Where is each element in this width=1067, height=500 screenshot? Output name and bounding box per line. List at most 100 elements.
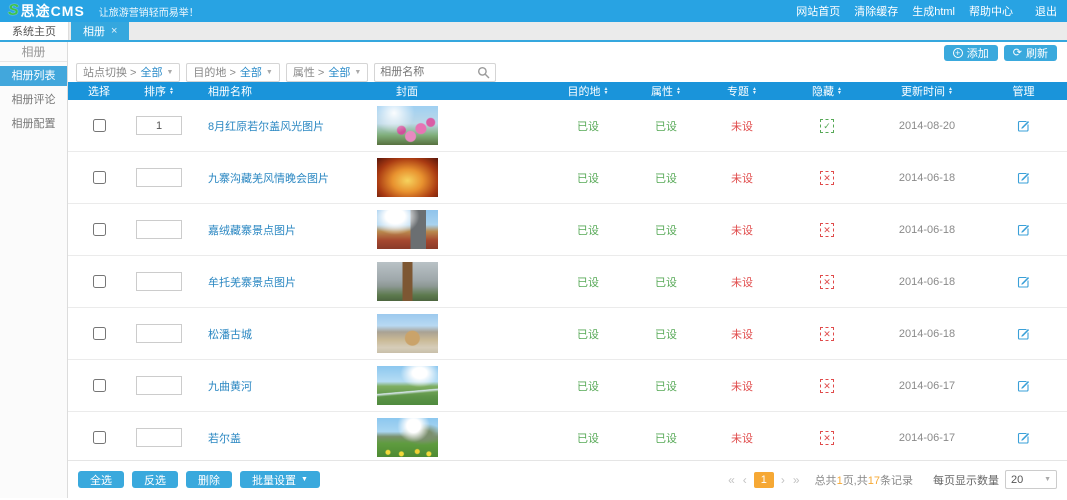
order-input[interactable] — [136, 324, 182, 343]
last-page-button[interactable]: » — [792, 473, 801, 487]
column-header[interactable]: 专题▲▼ — [704, 82, 780, 100]
cover-image[interactable] — [377, 418, 438, 457]
sort-icon[interactable]: ▲▼ — [604, 87, 609, 96]
order-input[interactable] — [136, 272, 182, 291]
sort-icon[interactable]: ▲▼ — [837, 87, 842, 96]
order-input[interactable] — [136, 168, 182, 187]
sort-icon[interactable]: ▲▼ — [676, 87, 681, 96]
destination-status: 已设 — [577, 118, 599, 134]
updated-date: 2014-06-17 — [899, 432, 955, 444]
sidebar-item-album-list[interactable]: 相册列表 — [0, 66, 67, 86]
edit-icon[interactable] — [1017, 171, 1031, 185]
album-name-link[interactable]: 九寨沟藏羌风情晚会图片 — [208, 170, 329, 186]
edit-icon[interactable] — [1017, 223, 1031, 237]
row-checkbox[interactable] — [93, 171, 106, 184]
album-name-link[interactable]: 嘉绒藏寨景点图片 — [208, 222, 296, 238]
destination-status: 已设 — [577, 430, 599, 446]
prev-page-button[interactable]: ‹ — [742, 473, 748, 487]
close-icon[interactable]: × — [111, 26, 117, 36]
menu-generate-html[interactable]: 生成html — [912, 3, 955, 19]
album-name-link[interactable]: 九曲黄河 — [208, 378, 252, 394]
menu-site-home[interactable]: 网站首页 — [796, 3, 840, 19]
column-header[interactable]: 属性▲▼ — [628, 82, 704, 100]
attribute-status: 已设 — [655, 326, 677, 342]
per-page-select[interactable]: 20 ▼ — [1005, 470, 1057, 489]
topic-status: 未设 — [731, 430, 753, 446]
cover-image[interactable] — [377, 210, 438, 249]
table-row: 九曲黄河 已设 已设 未设 ✕ 2014-06-17 — [68, 360, 1067, 412]
top-menu: 网站首页 清除缓存 生成html 帮助中心 退出 — [796, 3, 1057, 19]
hidden-toggle-icon[interactable]: ✕ — [820, 275, 834, 289]
column-header: 相册名称 — [188, 82, 346, 100]
batch-settings-button[interactable]: 批量设置 ▼ — [240, 471, 320, 488]
site-filter-dropdown[interactable]: 站点切换 > 全部 ▼ — [76, 63, 180, 82]
row-checkbox[interactable] — [93, 119, 106, 132]
search-input[interactable] — [380, 66, 477, 78]
row-checkbox[interactable] — [93, 275, 106, 288]
row-checkbox[interactable] — [93, 223, 106, 236]
cover-image[interactable] — [377, 366, 438, 405]
total-records: 17 — [868, 475, 880, 487]
attribute-status: 已设 — [655, 274, 677, 290]
sort-icon[interactable]: ▲▼ — [948, 87, 953, 96]
hidden-toggle-icon[interactable]: ✕ — [820, 171, 834, 185]
row-checkbox[interactable] — [93, 379, 106, 392]
tab-album[interactable]: 相册 × — [71, 22, 129, 40]
search-icon[interactable] — [477, 66, 490, 79]
hidden-toggle-icon[interactable]: ✕ — [820, 223, 834, 237]
album-name-link[interactable]: 若尔盖 — [208, 430, 241, 446]
refresh-button[interactable]: ⟳ 刷新 — [1004, 45, 1057, 61]
edit-icon[interactable] — [1017, 431, 1031, 445]
updated-date: 2014-08-20 — [899, 120, 955, 132]
cover-image[interactable] — [377, 314, 438, 353]
hidden-toggle-icon[interactable]: ✓ — [820, 119, 834, 133]
refresh-button-label: 刷新 — [1026, 45, 1048, 61]
cover-image[interactable] — [377, 262, 438, 301]
updated-date: 2014-06-18 — [899, 276, 955, 288]
cover-image[interactable] — [377, 106, 438, 145]
edit-icon[interactable] — [1017, 379, 1031, 393]
add-button[interactable]: + 添加 — [944, 45, 998, 61]
column-header[interactable]: 排序▲▼ — [130, 82, 188, 100]
sort-icon[interactable]: ▲▼ — [169, 87, 174, 96]
edit-icon[interactable] — [1017, 275, 1031, 289]
edit-icon[interactable] — [1017, 119, 1031, 133]
row-checkbox[interactable] — [93, 431, 106, 444]
hidden-toggle-icon[interactable]: ✕ — [820, 379, 834, 393]
order-input[interactable] — [136, 220, 182, 239]
tab-system-home[interactable]: 系统主页 — [0, 22, 69, 40]
delete-button[interactable]: 删除 — [186, 471, 232, 488]
filter-bar: 站点切换 > 全部 ▼ 目的地 > 全部 ▼ 属性 > 全部 ▼ — [68, 62, 1067, 82]
album-name-link[interactable]: 牟托羌寨景点图片 — [208, 274, 296, 290]
invert-selection-button[interactable]: 反选 — [132, 471, 178, 488]
column-header[interactable]: 更新时间▲▼ — [874, 82, 980, 100]
column-header[interactable]: 目的地▲▼ — [548, 82, 628, 100]
sort-icon[interactable]: ▲▼ — [752, 87, 757, 96]
add-button-label: 添加 — [967, 45, 989, 61]
topic-status: 未设 — [731, 326, 753, 342]
pagination-summary: 总共1页,共17条记录 — [815, 472, 913, 488]
album-name-link[interactable]: 8月红原若尔盖风光图片 — [208, 118, 324, 134]
order-input[interactable] — [136, 116, 182, 135]
menu-help-center[interactable]: 帮助中心 — [969, 3, 1013, 19]
column-header[interactable]: 隐藏▲▼ — [780, 82, 874, 100]
order-input[interactable] — [136, 376, 182, 395]
current-page-button[interactable]: 1 — [754, 472, 774, 488]
chevron-down-icon: ▼ — [301, 476, 308, 483]
destination-filter-dropdown[interactable]: 目的地 > 全部 ▼ — [186, 63, 279, 82]
hidden-toggle-icon[interactable]: ✕ — [820, 431, 834, 445]
cover-image[interactable] — [377, 158, 438, 197]
menu-logout[interactable]: 退出 — [1035, 3, 1057, 19]
select-all-button[interactable]: 全选 — [78, 471, 124, 488]
edit-icon[interactable] — [1017, 327, 1031, 341]
hidden-toggle-icon[interactable]: ✕ — [820, 327, 834, 341]
menu-clear-cache[interactable]: 清除缓存 — [854, 3, 898, 19]
sidebar-item-album-config[interactable]: 相册配置 — [0, 114, 67, 134]
row-checkbox[interactable] — [93, 327, 106, 340]
first-page-button[interactable]: « — [727, 473, 736, 487]
order-input[interactable] — [136, 428, 182, 447]
attribute-filter-dropdown[interactable]: 属性 > 全部 ▼ — [286, 63, 368, 82]
album-name-link[interactable]: 松潘古城 — [208, 326, 252, 342]
next-page-button[interactable]: › — [780, 473, 786, 487]
sidebar-item-album-comments[interactable]: 相册评论 — [0, 90, 67, 110]
